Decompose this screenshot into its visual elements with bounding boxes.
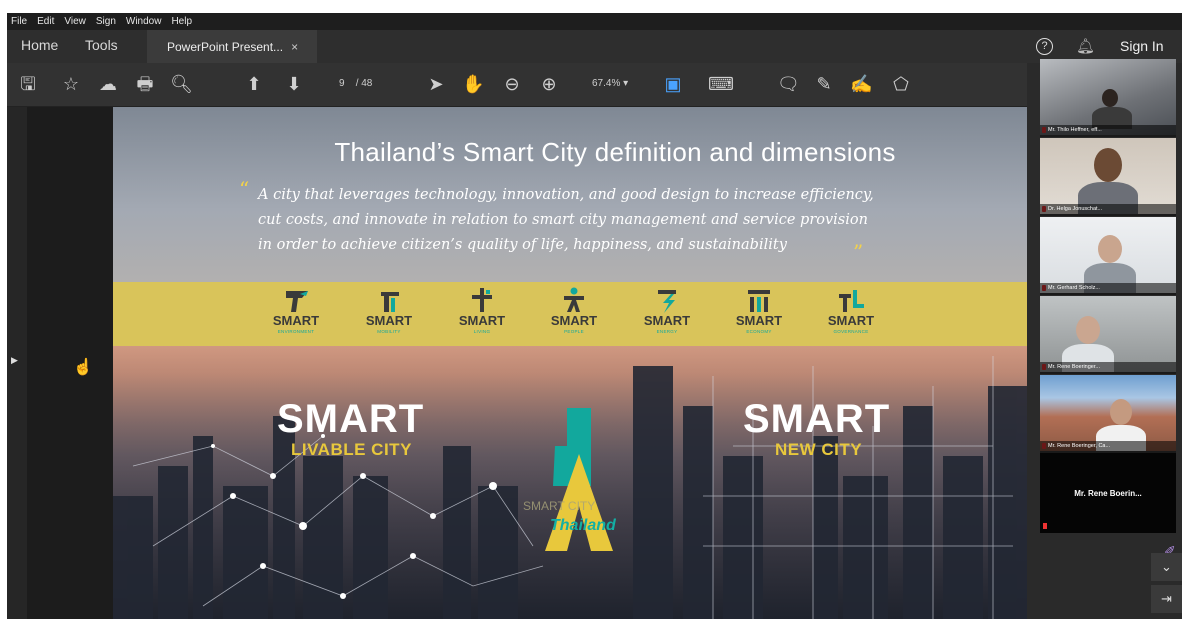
livable-city-label: LIVABLE CITY — [291, 440, 412, 459]
energy-bolt-icon — [658, 290, 676, 313]
participant-avatar — [1076, 316, 1100, 344]
tab-document-label: PowerPoint Present... — [167, 39, 284, 54]
participant-name: Dr. Helga Jonuschat... — [1040, 204, 1176, 214]
menu-edit[interactable]: Edit — [37, 16, 54, 27]
hand-tool-icon[interactable]: ✋ — [462, 74, 484, 94]
tab-home[interactable]: Home — [21, 37, 58, 53]
participant-name: Mr. Thilo Heffner, eff... — [1040, 125, 1176, 135]
dimension-people: SMART PEOPLE — [534, 286, 614, 335]
zoom-minus-icon[interactable]: ⊖ — [501, 74, 523, 94]
zoom-plus-icon[interactable]: ⊕ — [538, 74, 560, 94]
participant-avatar — [1110, 399, 1132, 425]
page-fit-icon[interactable]: ▣ — [662, 74, 684, 94]
muted-mic-icon — [1043, 523, 1047, 529]
menu-help[interactable]: Help — [171, 16, 192, 27]
hand-cursor-icon: ☝ — [73, 359, 93, 376]
dimension-mobility: SMART MOBILITY — [349, 286, 429, 335]
active-speaker-name: Mr. Rene Boerin... — [1074, 489, 1142, 498]
close-tab-icon[interactable]: × — [291, 40, 298, 54]
new-city-label: NEW CITY — [775, 440, 863, 459]
participant-video-1[interactable]: Mr. Thilo Heffner, eff... — [1040, 59, 1176, 137]
hide-right-pane-icon[interactable]: ⇥ — [1151, 585, 1182, 613]
navigation-panel-toggle[interactable]: ▶ — [7, 107, 27, 619]
dimension-environment: SMART ENVIRONMENT — [256, 286, 336, 335]
tab-document[interactable]: PowerPoint Present... × — [147, 30, 317, 63]
stamp-tag-icon[interactable]: ⬠ — [890, 74, 912, 94]
smart-new-title: SMART — [743, 397, 891, 441]
help-icon[interactable]: ? — [1036, 38, 1053, 55]
page-total: / 48 — [355, 78, 373, 89]
document-gutter — [27, 107, 113, 619]
menu-sign[interactable]: Sign — [96, 16, 116, 27]
quote-close: ” — [853, 240, 864, 264]
slide-page[interactable]: Thailand’s Smart City definition and dim… — [113, 107, 1027, 619]
definition-line-1: A city that leverages technology, innova… — [258, 187, 874, 203]
select-pointer-icon[interactable]: ➤ — [425, 74, 447, 94]
next-page-icon[interactable]: ⬇ — [283, 74, 305, 94]
participant-name: Mr. Gerhard Scholz... — [1040, 283, 1176, 293]
city-background-image — [113, 346, 1027, 619]
toolbar: 🖫︎ ☆ ☁ 🖶︎ 🔍︎ ⬆ ⬇ 9 / 48 ➤ ✋ ⊖ ⊕ 67.4% ▾ … — [7, 63, 1037, 107]
zoom-level-dropdown[interactable]: 67.4% ▾ — [592, 78, 628, 89]
collapse-tools-chevron-icon[interactable]: ⌄ — [1151, 553, 1182, 581]
tab-bar: Home Tools PowerPoint Present... × ? 🔔︎ … — [7, 30, 1182, 63]
page-indicator[interactable]: 9 / 48 — [339, 78, 372, 89]
bookmark-star-icon[interactable]: ☆ — [60, 74, 82, 94]
participant-video-4[interactable]: Mr. Rene Boeringer... — [1040, 296, 1176, 374]
environment-icon — [286, 291, 308, 312]
mobility-icon — [381, 292, 399, 312]
dimension-energy: SMART ENERGY — [627, 286, 707, 335]
smart-city-logo-text: SMART CITY — [523, 499, 596, 513]
expand-panel-icon[interactable]: ▶ — [11, 355, 18, 366]
page-current[interactable]: 9 — [339, 78, 345, 89]
participant-name: Mr. Rene Boeringer, Ca... — [1040, 441, 1176, 451]
participant-video-5[interactable]: Mr. Rene Boeringer, Ca... — [1040, 375, 1176, 453]
save-icon[interactable]: 🖫︎ — [17, 74, 39, 94]
dimension-economy: SMART ECONOMY — [719, 286, 799, 335]
slide-title: Thailand’s Smart City definition and dim… — [334, 137, 896, 167]
acrobat-window: File Edit View Sign Window Help Home Too… — [7, 13, 1182, 619]
print-icon[interactable]: 🖶︎ — [134, 74, 156, 94]
city-skyline-graphic — [113, 356, 1027, 619]
dimensions-band: SMART ENVIRONMENT SMART MOBILITY SMART L… — [113, 282, 1027, 346]
definition-line-2: cut costs, and innovate in relation to s… — [258, 212, 868, 228]
keyboard-icon[interactable]: ⌨ — [708, 74, 734, 94]
economy-icon — [748, 290, 770, 312]
comment-icon[interactable]: 🗨︎ — [777, 74, 800, 94]
governance-icon — [839, 290, 864, 312]
participant-avatar — [1102, 89, 1118, 107]
dimension-living: SMART LIVING — [442, 286, 522, 335]
zoom-level: 67.4% — [592, 78, 621, 89]
menu-window[interactable]: Window — [126, 16, 162, 27]
living-icon — [472, 288, 492, 312]
participant-video-2[interactable]: Dr. Helga Jonuschat... — [1040, 138, 1176, 216]
definition-line-3: in order to achieve citizen’s quality of… — [258, 237, 787, 253]
zoom-out-search-icon[interactable]: 🔍︎ — [170, 74, 193, 94]
participant-avatar — [1098, 235, 1122, 263]
dimension-governance: SMART GOVERNANCE — [811, 286, 891, 335]
sign-in-button[interactable]: Sign In — [1120, 38, 1164, 54]
participant-avatar — [1094, 148, 1122, 182]
people-icon — [564, 287, 584, 312]
bell-icon[interactable]: 🔔︎ — [1076, 37, 1095, 55]
previous-page-icon[interactable]: ⬆ — [243, 74, 265, 94]
thailand-logo-text: Thailand — [550, 517, 616, 534]
upload-cloud-icon[interactable]: ☁ — [97, 74, 119, 94]
tab-tools[interactable]: Tools — [85, 37, 118, 53]
menu-bar: File Edit View Sign Window Help — [7, 13, 1182, 30]
menu-view[interactable]: View — [64, 16, 86, 27]
menu-file[interactable]: File — [11, 16, 27, 27]
participant-name: Mr. Rene Boeringer... — [1040, 362, 1176, 372]
highlight-pen-icon[interactable]: ✎ — [813, 74, 835, 94]
quote-open: “ — [239, 177, 250, 201]
active-speaker-tile[interactable]: Mr. Rene Boerin... — [1040, 453, 1176, 533]
sign-pen-icon[interactable]: ✍ — [850, 74, 872, 94]
smart-livable-title: SMART — [277, 397, 425, 441]
participant-video-3[interactable]: Mr. Gerhard Scholz... — [1040, 217, 1176, 295]
